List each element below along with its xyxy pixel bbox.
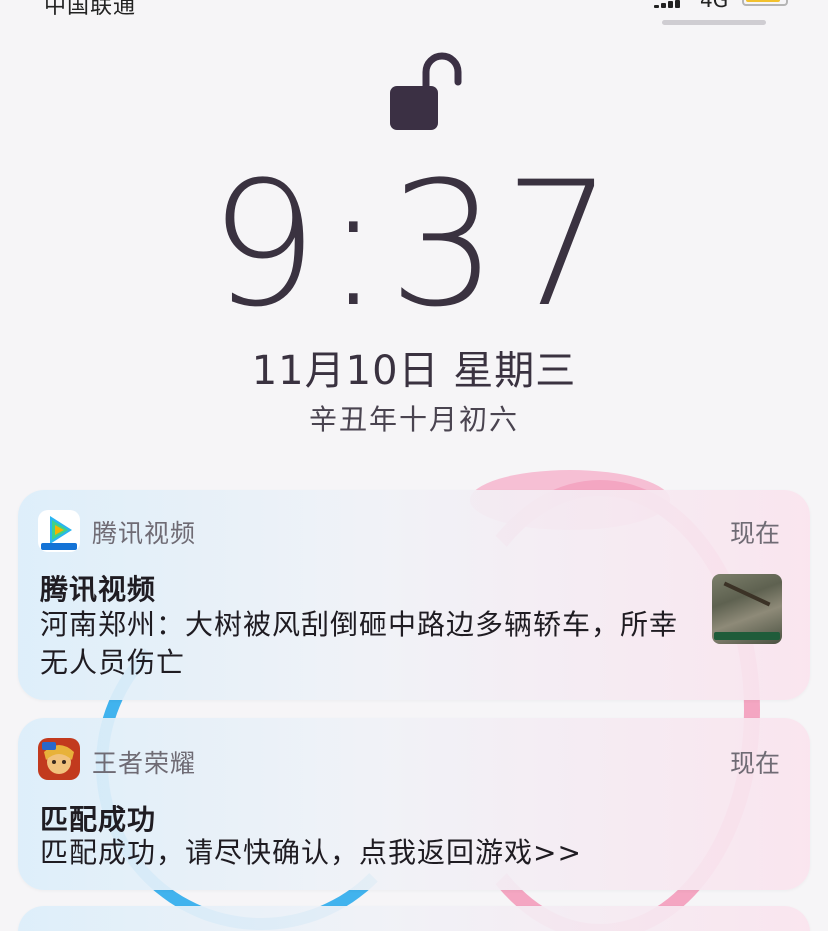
notification-title: 腾讯视频 (40, 573, 157, 606)
unlocked-padlock-icon (390, 52, 462, 130)
lunar-date: 辛丑年十月初六 (308, 403, 519, 436)
signal-strength-icon (654, 0, 688, 8)
notification-time: 现在 (729, 749, 780, 778)
notification-tencent-video[interactable]: 腾讯视频 现在 腾讯视频 河南郑州：大树被风刮倒砸中路边多辆轿车，所幸无人员伤亡 (18, 490, 810, 700)
notification-app-name: 腾讯视频 (92, 519, 197, 548)
notification-app-name: 王者荣耀 (92, 749, 197, 778)
lock-screen-time: 9:37 (208, 144, 620, 345)
notification-body: 河南郑州：大树被风刮倒砸中路边多辆轿车，所幸无人员伤亡 (40, 608, 679, 679)
carrier-label: 中国联通 (44, 0, 137, 19)
status-bar: 中国联通 4G (0, 0, 828, 30)
honor-of-kings-icon (38, 738, 80, 780)
notification-time: 现在 (729, 519, 780, 548)
notification-title: 匹配成功 (40, 803, 157, 836)
notification-body: 匹配成功，请尽快确认，点我返回游戏>> (40, 836, 582, 869)
notification-partial[interactable] (18, 906, 810, 931)
tencent-video-icon (38, 510, 80, 552)
news-thumbnail (712, 574, 782, 644)
lock-screen-date: 11月10日 星期三 (251, 348, 577, 394)
battery-icon (742, 0, 788, 6)
network-type-label: 4G (700, 0, 729, 12)
control-center-indicator[interactable] (662, 20, 766, 25)
notification-honor-of-kings[interactable]: 王者荣耀 现在 匹配成功 匹配成功，请尽快确认，点我返回游戏>> (18, 718, 810, 890)
